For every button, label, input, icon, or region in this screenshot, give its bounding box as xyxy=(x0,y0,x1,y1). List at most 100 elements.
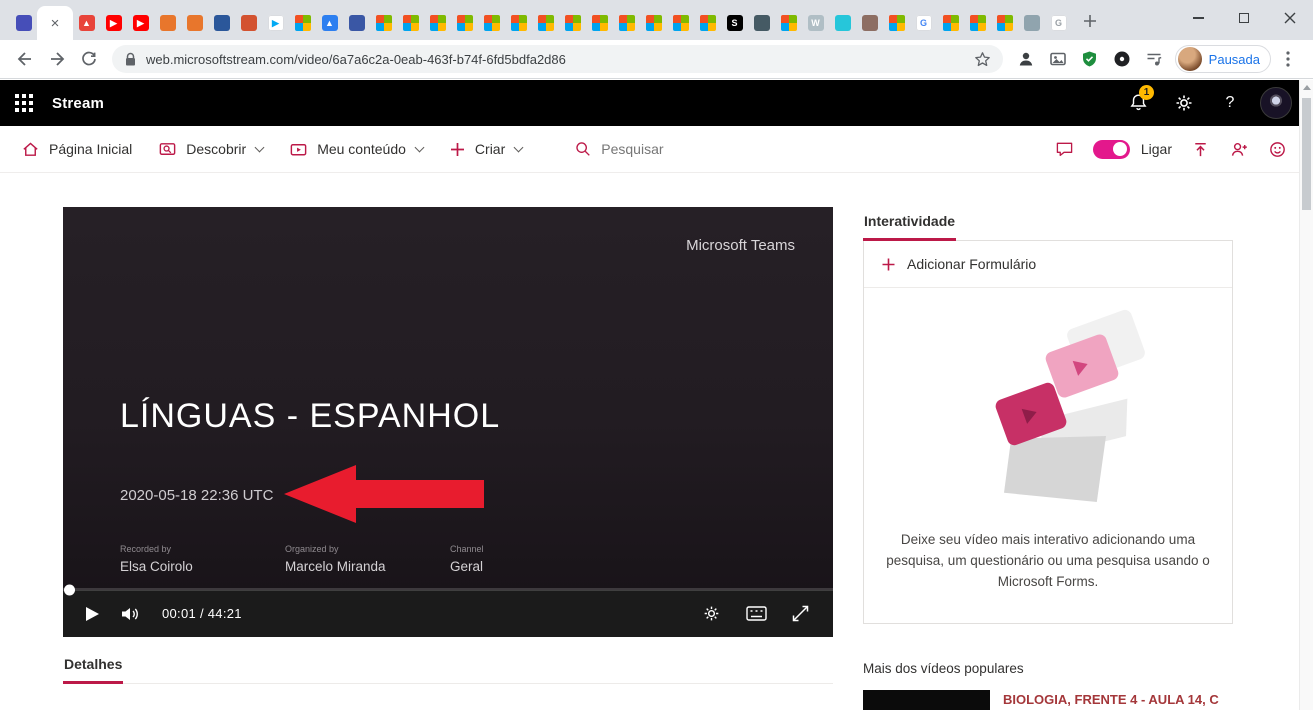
profile-chip[interactable]: Pausada xyxy=(1174,45,1271,73)
nav-search[interactable]: Pesquisar xyxy=(561,126,676,172)
ligar-toggle[interactable] xyxy=(1092,139,1130,159)
player-settings-button[interactable] xyxy=(702,604,721,623)
tab-favicon xyxy=(753,15,770,31)
forward-button[interactable] xyxy=(42,44,72,74)
browser-tab[interactable]: ▲ xyxy=(73,6,100,40)
browser-tab[interactable] xyxy=(208,6,235,40)
tab-details[interactable]: Detalhes xyxy=(63,656,124,684)
scrollbar-up-arrow[interactable] xyxy=(1300,80,1313,94)
browser-tab[interactable] xyxy=(613,6,640,40)
browser-tab[interactable] xyxy=(748,6,775,40)
volume-button[interactable] xyxy=(121,606,141,622)
browser-tab[interactable] xyxy=(667,6,694,40)
notifications-button[interactable]: 1 xyxy=(1115,80,1161,126)
scrollbar-thumb[interactable] xyxy=(1302,98,1311,210)
page-scrollbar[interactable] xyxy=(1299,80,1313,710)
popular-video-item[interactable]: BIOLOGIA, FRENTE 4 - AULA 14, C xyxy=(863,690,1235,710)
browser-tab[interactable] xyxy=(235,6,262,40)
browser-tab[interactable] xyxy=(397,6,424,40)
browser-tab[interactable]: ▶ xyxy=(127,6,154,40)
video-surface[interactable]: Microsoft Teams LÍNGUAS - ESPANHOL 2020-… xyxy=(63,207,833,590)
browser-tab[interactable] xyxy=(424,6,451,40)
browser-tab[interactable] xyxy=(559,6,586,40)
keyboard-shortcuts-button[interactable] xyxy=(746,606,767,621)
bookmark-star-icon[interactable] xyxy=(974,51,991,68)
browser-menu-button[interactable] xyxy=(1273,44,1303,74)
browser-tab[interactable] xyxy=(829,6,856,40)
browser-tab[interactable]: G xyxy=(1045,6,1072,40)
waffle-menu-button[interactable] xyxy=(0,80,48,126)
extension-person-button[interactable] xyxy=(1011,44,1041,74)
browser-tab[interactable] xyxy=(586,6,613,40)
browser-tab[interactable] xyxy=(883,6,910,40)
browser-tab[interactable] xyxy=(1018,6,1045,40)
refresh-icon xyxy=(82,51,96,66)
browser-tab-active[interactable]: × xyxy=(37,6,73,40)
nav-create[interactable]: Criar xyxy=(436,126,535,172)
nav-discover[interactable]: Descobrir xyxy=(145,126,276,172)
browser-tab[interactable] xyxy=(991,6,1018,40)
browser-tab[interactable] xyxy=(775,6,802,40)
progress-bar[interactable] xyxy=(63,584,833,595)
add-form-button[interactable]: Adicionar Formulário xyxy=(864,241,1232,288)
browser-tab[interactable]: S xyxy=(721,6,748,40)
maximize-icon xyxy=(1239,13,1249,23)
tab-close-icon[interactable]: × xyxy=(51,16,60,31)
media-controls-button[interactable] xyxy=(1139,44,1169,74)
tab-favicon xyxy=(942,15,959,31)
browser-tab[interactable] xyxy=(478,6,505,40)
extension-screenshot-button[interactable] xyxy=(1043,44,1073,74)
address-bar[interactable]: web.microsoftstream.com/video/6a7a6c2a-0… xyxy=(112,45,1003,73)
feedback-comment-button[interactable] xyxy=(1055,140,1074,158)
fullscreen-button[interactable] xyxy=(792,605,809,622)
back-button[interactable] xyxy=(10,44,40,74)
recorded-by: Recorded by Elsa Coirolo xyxy=(120,544,285,574)
browser-tab[interactable] xyxy=(181,6,208,40)
browser-tab[interactable] xyxy=(451,6,478,40)
browser-tab[interactable] xyxy=(532,6,559,40)
app-title[interactable]: Stream xyxy=(52,95,104,112)
extension-shield-button[interactable] xyxy=(1075,44,1105,74)
close-window-button[interactable] xyxy=(1267,0,1313,36)
browser-tab[interactable] xyxy=(154,6,181,40)
popular-video-title[interactable]: BIOLOGIA, FRENTE 4 - AULA 14, C xyxy=(1003,690,1219,710)
browser-tab[interactable] xyxy=(856,6,883,40)
chevron-down-icon xyxy=(414,142,425,152)
help-button[interactable]: ? xyxy=(1207,80,1253,126)
progress-handle[interactable] xyxy=(64,584,75,595)
refresh-button[interactable] xyxy=(74,44,104,74)
browser-tab[interactable] xyxy=(937,6,964,40)
extension-dark-circle-button[interactable] xyxy=(1107,44,1137,74)
nav-discover-label: Descobrir xyxy=(186,141,247,157)
maximize-button[interactable] xyxy=(1221,0,1267,36)
browser-tab[interactable] xyxy=(640,6,667,40)
smiley-feedback-button[interactable] xyxy=(1268,140,1287,159)
nav-my-content[interactable]: Meu conteúdo xyxy=(276,126,436,172)
player-controls: 00:01 / 44:21 xyxy=(63,584,833,637)
browser-tab[interactable] xyxy=(343,6,370,40)
browser-tab[interactable]: ▶ xyxy=(262,6,289,40)
search-placeholder[interactable]: Pesquisar xyxy=(601,141,663,157)
tab-interactivity[interactable]: Interatividade xyxy=(863,213,957,241)
browser-tab[interactable] xyxy=(694,6,721,40)
browser-tab[interactable] xyxy=(505,6,532,40)
browser-tab[interactable]: ▲ xyxy=(316,6,343,40)
browser-tab[interactable] xyxy=(964,6,991,40)
account-button[interactable] xyxy=(1253,80,1299,126)
minimize-button[interactable] xyxy=(1175,0,1221,36)
browser-tab[interactable] xyxy=(289,6,316,40)
nav-create-label: Criar xyxy=(474,141,506,157)
browser-tab[interactable]: G xyxy=(910,6,937,40)
settings-button[interactable] xyxy=(1161,80,1207,126)
new-tab-button[interactable] xyxy=(1076,7,1104,35)
browser-tab[interactable] xyxy=(370,6,397,40)
browser-tab[interactable] xyxy=(10,6,37,40)
browser-tab[interactable]: W xyxy=(802,6,829,40)
upload-button[interactable] xyxy=(1191,140,1210,159)
popular-video-thumbnail[interactable] xyxy=(863,690,990,710)
play-button[interactable] xyxy=(85,606,100,622)
browser-tab[interactable]: ▶ xyxy=(100,6,127,40)
nav-home[interactable]: Página Inicial xyxy=(8,126,145,172)
invite-button[interactable] xyxy=(1229,140,1249,159)
url-text[interactable]: web.microsoftstream.com/video/6a7a6c2a-0… xyxy=(146,52,965,67)
